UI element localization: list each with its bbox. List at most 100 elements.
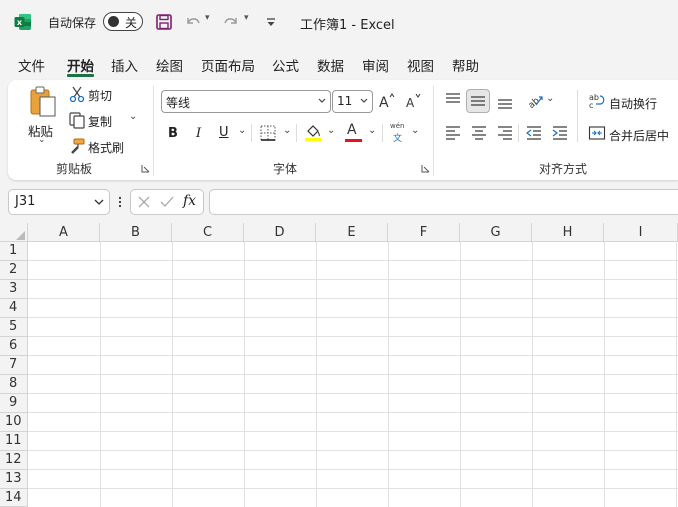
column-header-c[interactable]: C [172, 223, 244, 242]
font-name-value: 等线 [166, 96, 191, 110]
row-header-1[interactable]: 1 [0, 242, 28, 261]
chevron-down-icon [94, 199, 104, 205]
column-header-e[interactable]: E [316, 223, 388, 242]
svg-text:x: x [17, 18, 23, 27]
tab-file[interactable]: 文件 [18, 55, 45, 75]
tab-draw[interactable]: 绘图 [156, 55, 183, 75]
row-header-5[interactable]: 5 [0, 318, 28, 337]
copy-dropdown-icon[interactable]: ⌄ [129, 111, 137, 122]
more-options-icon[interactable] [115, 194, 125, 210]
font-launcher-icon[interactable] [421, 164, 430, 173]
row-header-13[interactable]: 13 [0, 470, 28, 489]
tab-help[interactable]: 帮助 [452, 55, 479, 75]
increase-font-size-icon[interactable]: A [378, 92, 396, 110]
align-left-icon[interactable] [444, 124, 462, 142]
fill-color-dropdown-icon[interactable]: ⌄ [327, 125, 335, 136]
row-header-11[interactable]: 11 [0, 432, 28, 451]
cancel-icon[interactable] [137, 195, 151, 209]
bold-button[interactable]: B [168, 126, 178, 141]
row-header-10[interactable]: 10 [0, 413, 28, 432]
column-header-f[interactable]: F [388, 223, 460, 242]
merge-center-icon[interactable] [588, 124, 606, 142]
align-middle-button[interactable] [466, 89, 490, 113]
column-header-i[interactable]: I [604, 223, 678, 242]
font-size-value: 11 [337, 94, 353, 108]
tab-home[interactable]: 开始 [67, 55, 94, 75]
decrease-font-size-icon[interactable]: A [404, 92, 422, 110]
redo-dropdown-icon[interactable]: ▾ [244, 13, 249, 23]
paste-icon[interactable] [28, 86, 58, 118]
enter-icon[interactable] [159, 195, 175, 209]
clipboard-launcher-icon[interactable] [141, 164, 150, 173]
row-header-3[interactable]: 3 [0, 280, 28, 299]
row-header-8[interactable]: 8 [0, 375, 28, 394]
borders-icon[interactable] [259, 124, 277, 142]
gridline [28, 279, 678, 280]
undo-dropdown-icon[interactable]: ▾ [205, 13, 210, 23]
phonetic-dropdown-icon[interactable]: ⌄ [411, 125, 419, 136]
orientation-icon[interactable]: ab [526, 91, 544, 109]
font-name-select[interactable]: 等线 [161, 90, 331, 113]
customize-toolbar-icon[interactable] [262, 13, 280, 31]
format-painter-label[interactable]: 格式刷 [88, 139, 124, 156]
redo-icon[interactable] [222, 13, 240, 31]
tab-page-layout[interactable]: 页面布局 [201, 55, 255, 75]
chevron-down-icon [360, 98, 368, 103]
align-top-icon[interactable] [444, 91, 462, 109]
borders-dropdown-icon[interactable]: ⌄ [283, 125, 291, 136]
column-header-h[interactable]: H [532, 223, 604, 242]
fill-color-icon[interactable] [304, 123, 322, 141]
name-box[interactable]: J31 [8, 189, 110, 215]
column-header-a[interactable]: A [28, 223, 100, 242]
format-painter-icon[interactable] [68, 137, 86, 155]
column-header-g[interactable]: G [460, 223, 532, 242]
copy-icon[interactable] [68, 111, 86, 129]
underline-dropdown-icon[interactable]: ⌄ [238, 125, 246, 136]
row-header-12[interactable]: 12 [0, 451, 28, 470]
tab-review[interactable]: 审阅 [362, 55, 389, 75]
decrease-indent-icon[interactable] [525, 124, 543, 142]
tab-insert[interactable]: 插入 [111, 55, 138, 75]
column-header-d[interactable]: D [244, 223, 316, 242]
spreadsheet-grid[interactable]: A B C D E F G H I 1 2 3 4 5 6 7 8 9 10 1… [0, 223, 678, 507]
underline-button[interactable]: U [219, 125, 229, 140]
row-header-14[interactable]: 14 [0, 489, 28, 507]
increase-indent-icon[interactable] [551, 124, 569, 142]
gridline [28, 450, 678, 451]
font-color-dropdown-icon[interactable]: ⌄ [368, 125, 376, 136]
wrap-text-label[interactable]: 自动换行 [609, 95, 657, 112]
row-header-4[interactable]: 4 [0, 299, 28, 318]
tab-data[interactable]: 数据 [317, 55, 344, 75]
tab-formulas[interactable]: 公式 [272, 55, 299, 75]
orientation-dropdown-icon[interactable]: ⌄ [546, 93, 554, 104]
row-header-7[interactable]: 7 [0, 356, 28, 375]
wrap-text-icon[interactable]: ab c [588, 92, 606, 110]
align-center-icon[interactable] [470, 124, 488, 142]
row-header-9[interactable]: 9 [0, 394, 28, 413]
cut-icon[interactable] [68, 85, 86, 103]
undo-icon[interactable] [184, 13, 202, 31]
phonetic-bottom[interactable]: 文 [393, 131, 402, 144]
font-size-select[interactable]: 11 [332, 90, 373, 113]
alignment-group-label: 对齐方式 [539, 162, 588, 176]
align-bottom-icon[interactable] [496, 93, 514, 111]
formula-input[interactable] [209, 189, 678, 215]
autosave-toggle[interactable]: 关 [103, 12, 143, 31]
insert-function-button[interactable]: fx [183, 193, 196, 209]
toggle-knob [108, 16, 119, 27]
gridline [28, 317, 678, 318]
column-header-b[interactable]: B [100, 223, 172, 242]
font-color-button[interactable]: A [347, 122, 357, 138]
phonetic-top[interactable]: wén [390, 122, 404, 130]
copy-label[interactable]: 复制 [88, 113, 112, 130]
merge-center-label[interactable]: 合并后居中 [609, 127, 669, 144]
save-icon[interactable] [155, 13, 173, 31]
italic-button[interactable]: I [196, 126, 201, 141]
tab-view[interactable]: 视图 [407, 55, 434, 75]
row-header-2[interactable]: 2 [0, 261, 28, 280]
paste-dropdown-icon[interactable]: ⌄ [38, 135, 46, 145]
cut-label[interactable]: 剪切 [88, 87, 112, 104]
align-right-icon[interactable] [496, 124, 514, 142]
row-header-6[interactable]: 6 [0, 337, 28, 356]
svg-text:A: A [406, 96, 415, 110]
